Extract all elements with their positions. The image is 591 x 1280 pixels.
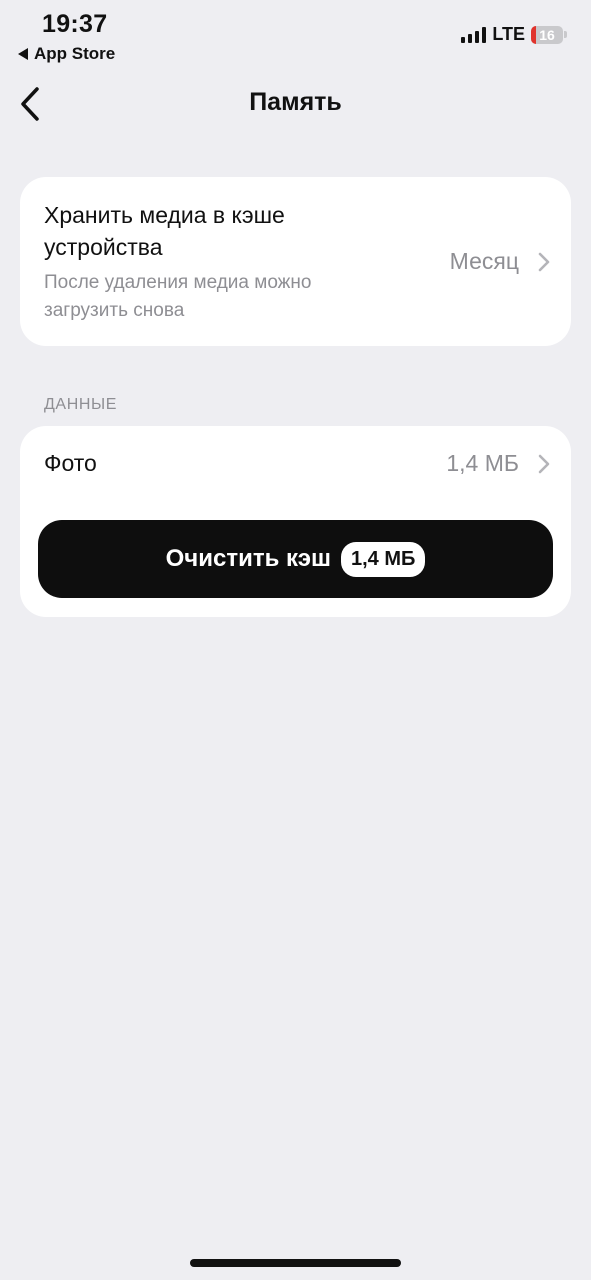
back-app-label: App Store <box>34 44 116 63</box>
home-indicator[interactable] <box>190 1259 401 1267</box>
chevron-right-icon <box>538 454 550 474</box>
clear-cache-button[interactable]: Очистить кэш 1,4 МБ <box>38 520 553 598</box>
battery-percent: 16 <box>539 26 555 43</box>
cache-setting-subtitle: После удаления медиа можно загрузить сно… <box>44 272 312 321</box>
battery-tip <box>564 31 567 38</box>
status-time: 19:37 <box>42 10 108 38</box>
back-triangle-icon <box>18 48 28 60</box>
photo-size-value: 1,4 МБ <box>446 450 519 476</box>
chevron-right-icon <box>538 252 550 272</box>
battery-icon: 16 <box>531 25 563 44</box>
battery-level <box>531 25 537 44</box>
page-title: Память <box>249 88 342 116</box>
status-indicators: LTE 16 <box>461 24 567 45</box>
cache-duration-row[interactable]: Хранить медиа в кэше устройства После уд… <box>20 177 571 346</box>
photo-label: Фото <box>44 450 97 476</box>
network-type: LTE <box>492 24 525 44</box>
section-header-data: ДАННЫЕ <box>44 396 118 413</box>
signal-bars-icon <box>461 26 487 43</box>
cache-duration-value: Месяц <box>449 248 519 274</box>
cache-setting-title: Хранить медиа в кэше устройства <box>44 202 285 260</box>
data-card: Фото 1,4 МБ Очистить кэш 1,4 МБ <box>20 426 571 617</box>
back-to-app-link[interactable]: App Store <box>18 44 115 64</box>
clear-cache-size-badge: 1,4 МБ <box>340 541 426 577</box>
clear-cache-label: Очистить кэш <box>165 545 331 572</box>
